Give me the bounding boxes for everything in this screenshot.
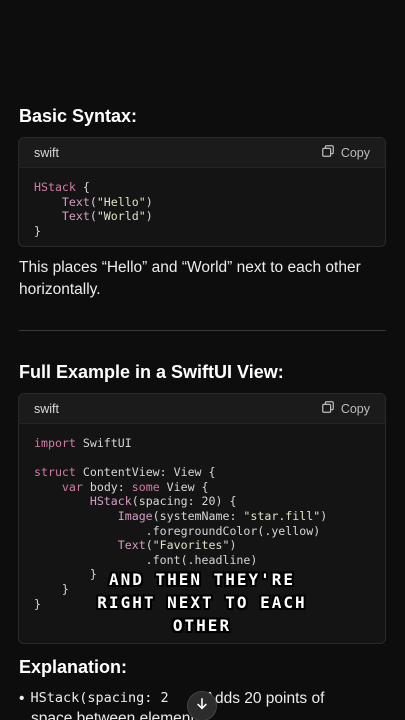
heading-basic-syntax: Basic Syntax: (19, 106, 138, 126)
arrow-down-icon (195, 697, 209, 716)
copy-label: Copy (340, 145, 370, 160)
bullet-text: Adds 20 points of (204, 690, 325, 707)
bullet-continuation: space between elements (31, 710, 203, 720)
bullet-code: HStack(spacing: 2 (30, 690, 169, 706)
bullet-mark: • (19, 690, 25, 707)
heading-full-example: Full Example in a SwiftUI View: (19, 362, 284, 382)
code-language-label: swift (34, 401, 59, 416)
copy-icon (321, 144, 335, 161)
code-block-basic: swift Copy HStack { Text("Hello") Text("… (18, 137, 386, 247)
video-caption: AND THEN THEY'RE RIGHT NEXT TO EACH OTHE… (18, 568, 386, 637)
caption-line: OTHER (172, 616, 232, 635)
code-header: swift Copy (19, 394, 385, 424)
heading-explanation: Explanation: (19, 657, 128, 677)
scroll-down-button[interactable] (187, 691, 217, 720)
section-divider (19, 330, 386, 331)
code-language-label: swift (34, 145, 59, 160)
copy-label: Copy (340, 401, 370, 416)
caption-line: AND THEN THEY'RE (108, 570, 296, 589)
copy-button[interactable]: Copy (321, 144, 370, 161)
code-content: HStack { Text("Hello") Text("World") } (34, 180, 153, 238)
copy-button[interactable]: Copy (321, 400, 370, 417)
caption-line: RIGHT NEXT TO EACH (97, 593, 307, 612)
code-header: swift Copy (19, 138, 385, 168)
copy-icon (321, 400, 335, 417)
paragraph-basic: This places “Hello” and “World” next to … (19, 259, 361, 298)
